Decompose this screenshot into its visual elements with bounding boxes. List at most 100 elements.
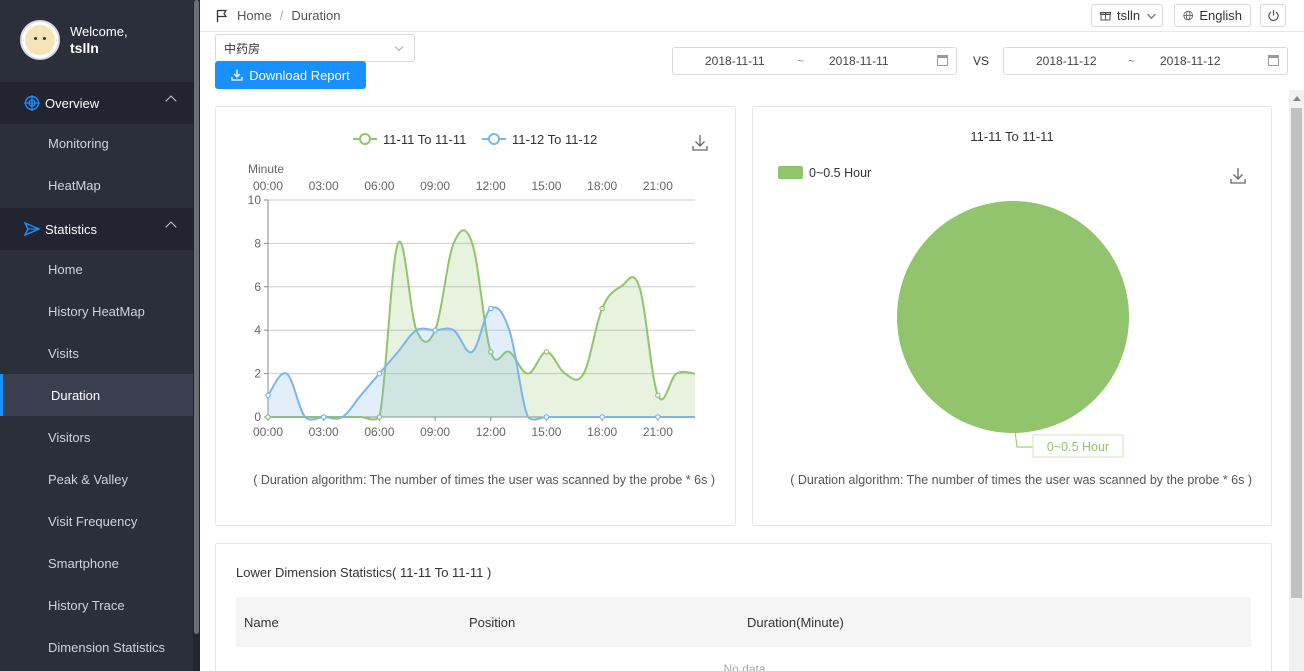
download-icon [1230, 168, 1246, 184]
range1-end: 2018-11-11 [829, 54, 889, 68]
sidebar-item-visit-frequency[interactable]: Visit Frequency [0, 500, 193, 542]
sidebar-item-home[interactable]: Home [0, 248, 193, 290]
x-tick-label: 06:00 [364, 425, 394, 439]
table-header: Name Position Duration(Minute) [236, 597, 1251, 647]
legend-label: 11-12 To 11-12 [512, 132, 597, 147]
user-menu-button[interactable]: tslln [1091, 4, 1163, 27]
nav-group-label: Statistics [45, 221, 98, 237]
breadcrumb-home[interactable]: Home [237, 8, 272, 23]
legend-item: 11-12 To 11-12 [482, 132, 597, 147]
download-icon-shape [1230, 168, 1246, 184]
y-tick-label: 2 [254, 367, 261, 381]
sidebar-item-duration[interactable]: Duration [0, 374, 193, 416]
main-scrollbar[interactable] [1289, 90, 1304, 671]
x-tick-label-top: 06:00 [364, 179, 394, 193]
duration-line-chart: 11-11 To 11-11 11-12 To 11-12 Minute 0 2 4 6 8 1… [248, 132, 708, 439]
content-area: 11-11 To 11-11 11-12 To 11-12 Minute 0 2 4 6 8 1… [200, 90, 1289, 671]
column-header-name[interactable]: Name [244, 615, 279, 630]
sidebar-item-visits[interactable]: Visits [0, 332, 193, 374]
date-range-2[interactable]: 2018-11-12 ~ 2018-11-12 [1003, 47, 1288, 75]
filter-bar: 中药房 Download Report 2018-11-11 ~ 2018-11… [200, 32, 1304, 90]
y-axis-label: Minute [248, 162, 284, 176]
calendar-icon [1268, 55, 1279, 66]
duration-line-card: 11-11 To 11-11 11-12 To 11-12 Minute 0 2 4 6 8 1… [215, 106, 736, 526]
x-tick-label: 21:00 [643, 425, 673, 439]
data-point [432, 327, 438, 334]
chevron-up-icon [165, 95, 177, 107]
duration-pie-card: 11-11 To 11-11 0~0.5 Hour 0~0.5 Hour ( Dur… [752, 106, 1272, 526]
legend-marker [359, 133, 371, 145]
sidebar-item-history-heatmap[interactable]: History HeatMap [0, 290, 193, 332]
x-tick-label: 12:00 [476, 425, 506, 439]
avatar [20, 20, 60, 60]
pie-title: 11-11 To 11-11 [970, 129, 1053, 144]
breadcrumb: Home / Duration [216, 8, 340, 23]
x-tick-label-top: 12:00 [476, 179, 506, 193]
download-icon-shape [692, 135, 708, 151]
column-header-position[interactable]: Position [469, 615, 515, 630]
download-icon [692, 135, 708, 151]
data-point [376, 370, 383, 377]
chevron-up-icon [165, 221, 177, 233]
algorithm-note: ( Duration algorithm: The number of time… [253, 473, 715, 487]
y-tick-label: 4 [254, 323, 261, 337]
language-button[interactable]: English [1174, 4, 1251, 27]
legend-label: 0~0.5 Hour [809, 166, 871, 180]
top-bar: Home / Duration tslln English [200, 0, 1304, 32]
user-menu-label: tslln [1117, 8, 1141, 23]
x-tick-label-top: 18:00 [587, 179, 617, 193]
data-point [655, 414, 661, 420]
sidebar-item-dimension-statistics[interactable]: Dimension Statistics [0, 626, 193, 668]
chevron-down-icon [394, 42, 404, 52]
power-icon [1267, 10, 1279, 22]
range1-separator: ~ [797, 54, 805, 68]
vs-label: VS [973, 54, 990, 68]
chevron-down-icon [1147, 9, 1156, 19]
sidebar-item-smartphone[interactable]: Smartphone [0, 542, 193, 584]
pie-slice [897, 201, 1129, 433]
x-tick-label-top: 03:00 [309, 179, 339, 193]
table-title: Lower Dimension Statistics( 11-11 To 11-… [236, 565, 492, 580]
download-icon [231, 69, 243, 81]
data-point [265, 392, 271, 399]
range2-start: 2018-11-12 [1036, 54, 1097, 68]
nav-group-overview[interactable]: Overview [0, 82, 193, 124]
breadcrumb-separator: / [279, 8, 284, 23]
range2-end: 2018-11-12 [1160, 54, 1221, 68]
sidebar-item-peak-valley[interactable]: Peak & Valley [0, 458, 193, 500]
algorithm-note: ( Duration algorithm: The number of time… [790, 473, 1252, 487]
sidebar-item-heatmap[interactable]: HeatMap [0, 164, 193, 206]
breadcrumb-current: Duration [291, 8, 341, 23]
pie-data-label: 0~0.5 Hour [1047, 440, 1109, 454]
download-report-label: Download Report [249, 67, 350, 83]
sidebar-item-monitoring[interactable]: Monitoring [0, 122, 193, 164]
lower-dimension-card: Lower Dimension Statistics( 11-11 To 11-… [215, 543, 1272, 671]
data-point [320, 414, 327, 420]
store-select-value: 中药房 [224, 41, 261, 56]
nav-group-statistics[interactable]: Statistics [0, 208, 193, 250]
data-point [487, 305, 494, 312]
calendar-icon [937, 55, 948, 66]
legend-swatch [778, 166, 803, 179]
sidebar-item-visitors[interactable]: Visitors [0, 416, 193, 458]
x-tick-label-top: 15:00 [531, 179, 561, 193]
store-select[interactable]: 中药房 [215, 34, 415, 62]
target-icon [24, 95, 40, 111]
x-tick-label-top: 00:00 [253, 179, 283, 193]
y-tick-label: 0 [254, 410, 261, 424]
data-point [655, 392, 661, 399]
y-tick-label: 10 [248, 193, 262, 207]
x-tick-label-top: 21:00 [643, 179, 673, 193]
date-range-1[interactable]: 2018-11-11 ~ 2018-11-11 [672, 47, 957, 75]
logout-button[interactable] [1260, 4, 1286, 27]
sidebar-item-history-trace[interactable]: History Trace [0, 584, 193, 626]
x-tick-label: 03:00 [309, 425, 339, 439]
gift-icon [1100, 12, 1111, 21]
download-report-button[interactable]: Download Report [215, 61, 366, 89]
x-tick-label: 00:00 [253, 425, 283, 439]
globe-icon [1183, 10, 1193, 21]
x-tick-label-top: 09:00 [420, 179, 450, 193]
data-point [599, 305, 605, 312]
sidebar-scrollbar[interactable] [193, 0, 200, 671]
column-header-duration[interactable]: Duration(Minute) [747, 615, 844, 630]
